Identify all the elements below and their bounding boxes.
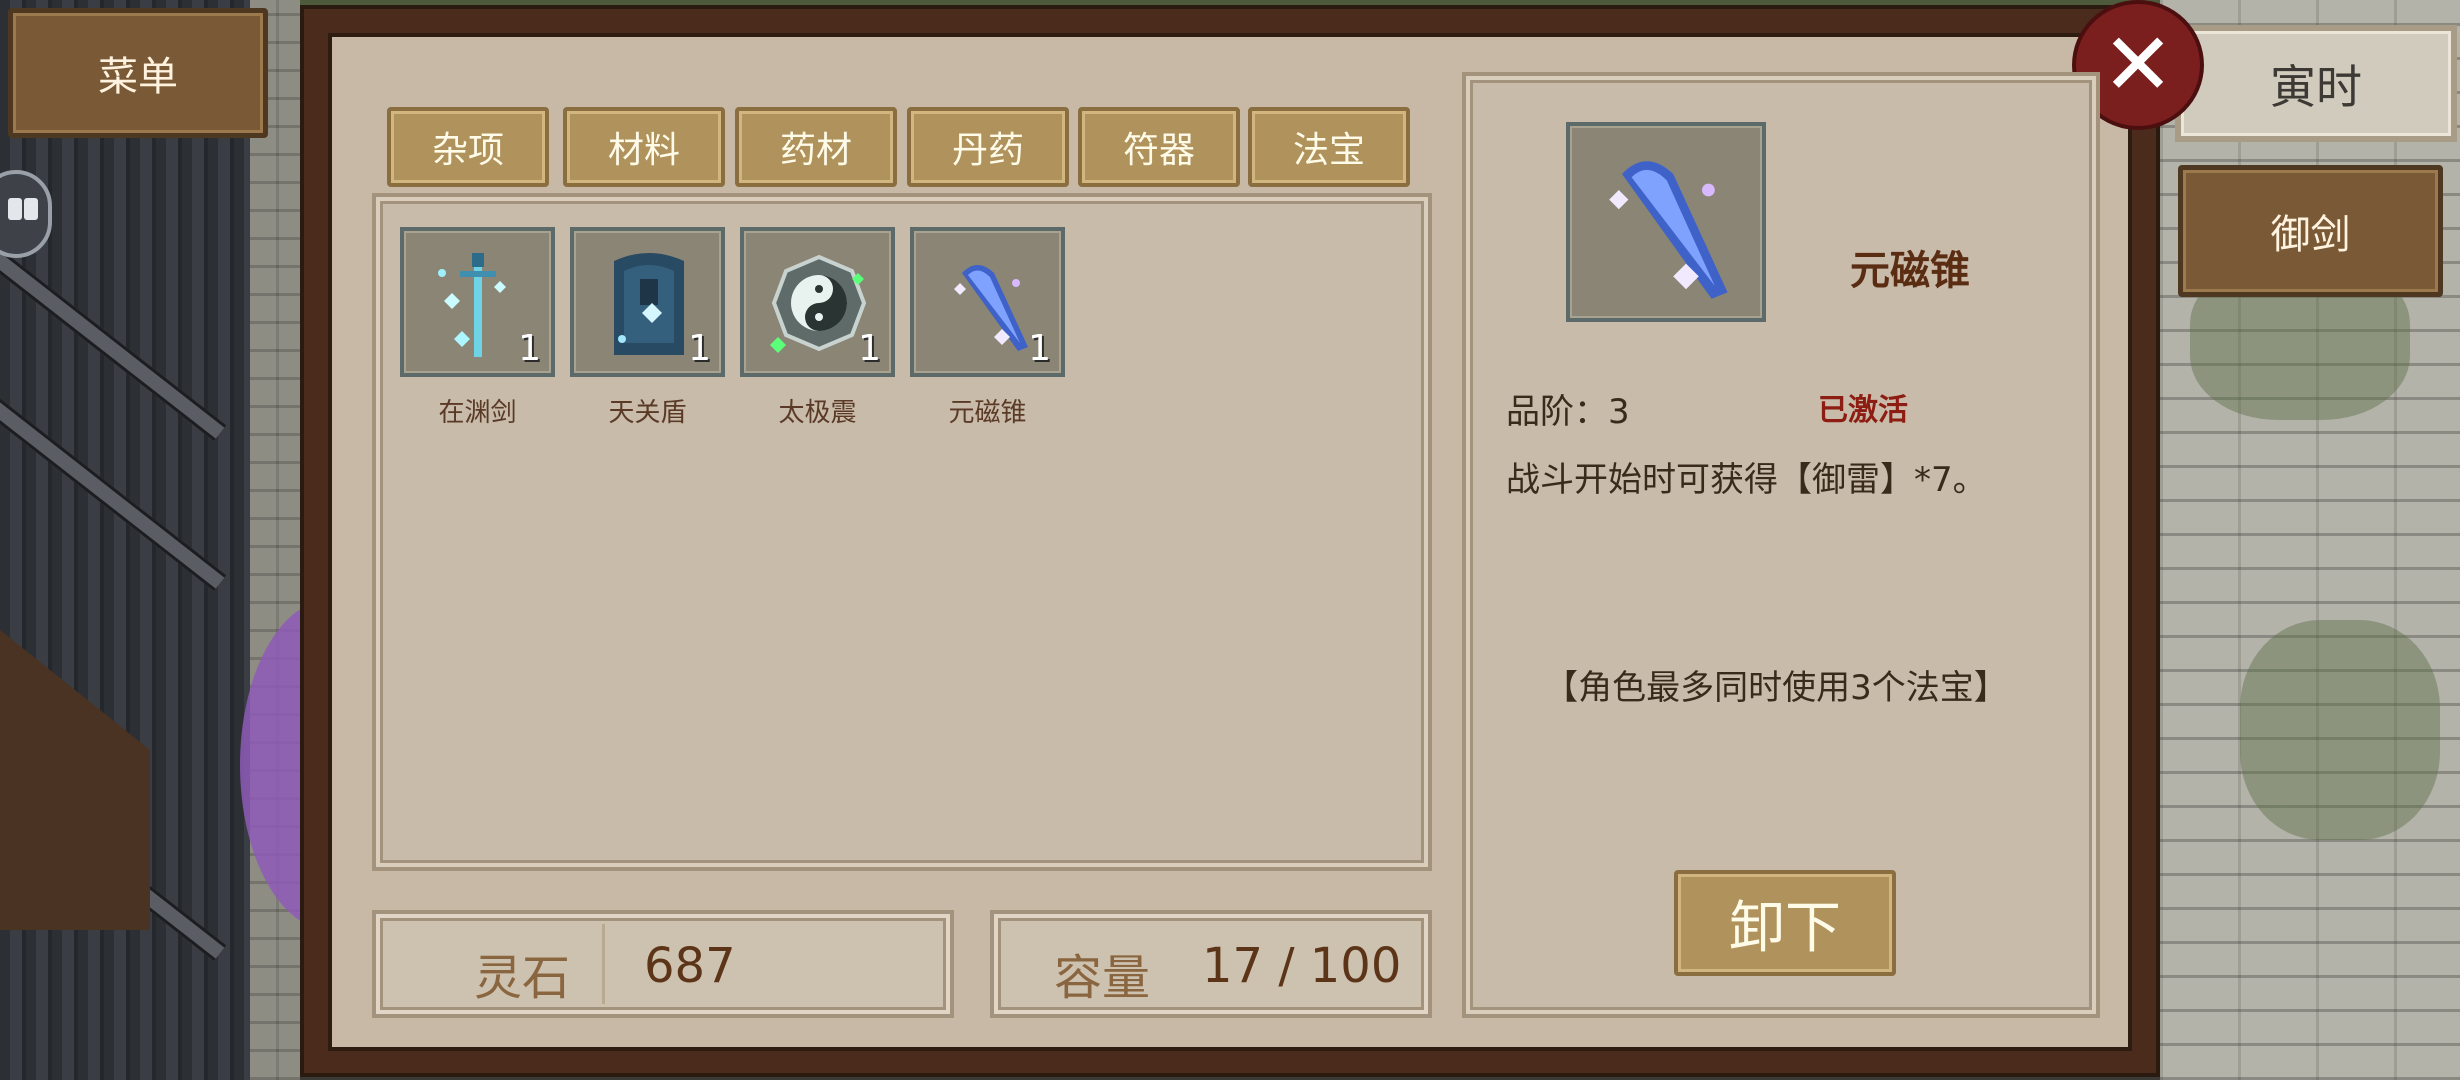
item-count: 1 — [858, 328, 881, 369]
detail-item-icon-frame — [1566, 122, 1766, 322]
tab-talismans[interactable]: 符器 — [1078, 107, 1240, 187]
item-label: 在渊剑 — [438, 398, 517, 428]
time-label: 寅时 — [2270, 59, 2362, 114]
fly-sword-button[interactable]: 御剑 — [2178, 165, 2443, 297]
item-label: 天关盾 — [608, 398, 687, 428]
spirit-stone-value: 687 — [644, 938, 736, 994]
detail-note: 【角色最多同时使用3个法宝】 — [1544, 668, 2008, 708]
item-label: 太极震 — [778, 398, 857, 428]
fly-sword-label: 御剑 — [2270, 212, 2351, 258]
menu-label: 菜单 — [98, 54, 178, 100]
tab-label: 杂项 — [431, 130, 504, 171]
tab-label: 材料 — [607, 130, 680, 171]
spirit-stone-box: 灵石 687 — [372, 910, 954, 1018]
unequip-button[interactable]: 卸下 — [1674, 870, 1896, 976]
tab-misc[interactable]: 杂项 — [387, 107, 549, 187]
tab-pills[interactable]: 丹药 — [907, 107, 1069, 187]
menu-button[interactable]: 菜单 — [8, 8, 268, 138]
item-count: 1 — [518, 328, 541, 369]
item-slot-sword[interactable]: 1 — [400, 227, 555, 377]
detail-description: 战斗开始时可获得【御雷】*7。 — [1506, 460, 1987, 500]
item-slot-taiji[interactable]: 1 — [740, 227, 895, 377]
tab-label: 符器 — [1122, 130, 1195, 171]
tab-label: 药材 — [779, 130, 852, 171]
item-slot-cone[interactable]: 1 — [910, 227, 1065, 377]
time-display: 寅时 — [2175, 25, 2457, 142]
background-wall-right — [2160, 0, 2460, 1080]
unequip-label: 卸下 — [1729, 895, 1841, 961]
spirit-stone-label: 灵石 — [474, 950, 571, 1006]
close-icon: ✕ — [2101, 15, 2175, 115]
divider — [602, 924, 605, 1004]
detail-status-badge: 已激活 — [1818, 393, 1908, 428]
detail-item-name: 元磁锥 — [1850, 248, 1970, 294]
tab-materials[interactable]: 材料 — [563, 107, 725, 187]
tab-label: 法宝 — [1292, 130, 1365, 171]
item-slot-shield[interactable]: 1 — [570, 227, 725, 377]
cone-icon — [1609, 161, 1728, 299]
tab-herbs[interactable]: 药材 — [735, 107, 897, 187]
capacity-label: 容量 — [1054, 950, 1151, 1006]
item-label: 元磁锥 — [948, 398, 1027, 428]
tab-artifacts[interactable]: 法宝 — [1248, 107, 1410, 187]
item-count: 1 — [688, 328, 711, 369]
item-count: 1 — [1028, 328, 1051, 369]
detail-grade: 品阶：3 — [1506, 392, 1630, 432]
capacity-value: 17 / 100 — [1202, 938, 1402, 994]
capacity-box: 容量 17 / 100 — [990, 910, 1432, 1018]
tab-label: 丹药 — [951, 130, 1024, 171]
moss-patch — [2240, 620, 2440, 840]
